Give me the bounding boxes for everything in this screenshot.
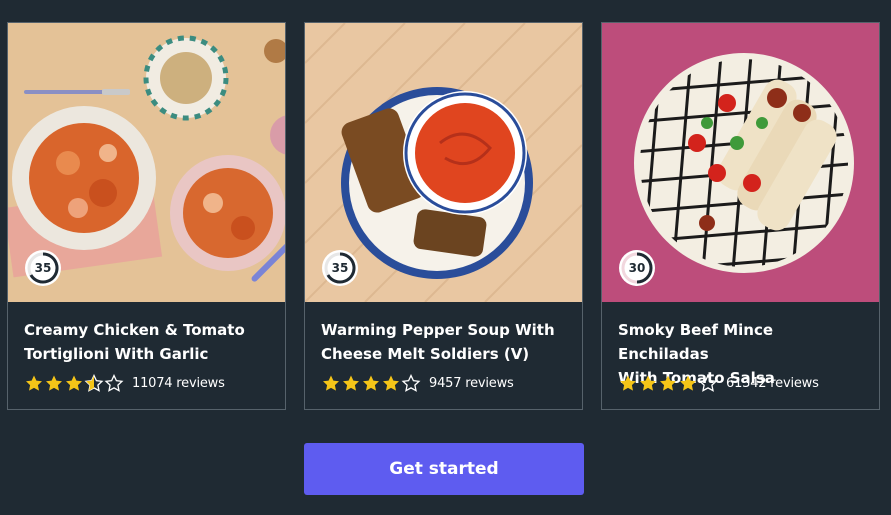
recipe-title-line: Cheese Melt Soldiers (V) <box>321 345 530 363</box>
star-full-icon <box>24 374 44 392</box>
cook-time-value: 30 <box>628 261 646 275</box>
recipe-title-line: Tortiglioni With Garlic <box>24 345 209 363</box>
star-empty-icon <box>104 373 124 392</box>
rating-row: 61342 reviews <box>618 373 819 392</box>
star-empty-icon <box>401 373 421 392</box>
get-started-button[interactable]: Get started <box>304 443 584 495</box>
cook-time-badge: 30 <box>618 249 656 287</box>
recipe-title-line: Warming Pepper Soup With <box>321 321 555 339</box>
star-full-icon <box>64 374 84 392</box>
recipe-card[interactable]: 30 Smoky Beef Mince Enchiladas With Toma… <box>601 22 880 410</box>
star-full-icon <box>44 374 64 392</box>
recipe-title-line: Smoky Beef Mince Enchiladas <box>618 321 774 363</box>
star-full-icon <box>678 374 698 392</box>
cook-time-value: 35 <box>34 261 52 275</box>
recipe-title[interactable]: Creamy Chicken & Tomato Tortiglioni With… <box>24 318 274 366</box>
star-full-icon <box>658 374 678 392</box>
star-half-icon <box>84 373 104 392</box>
star-rating <box>24 373 124 392</box>
star-full-icon <box>618 374 638 392</box>
star-full-icon <box>638 374 658 392</box>
recipe-title-line: Creamy Chicken & Tomato <box>24 321 245 339</box>
review-count: 11074 reviews <box>132 375 225 391</box>
recipe-card[interactable]: 35 Warming Pepper Soup With Cheese Melt … <box>304 22 583 410</box>
review-count: 61342 reviews <box>726 375 819 391</box>
star-full-icon <box>341 374 361 392</box>
star-empty-icon <box>698 373 718 392</box>
cook-time-value: 35 <box>331 261 349 275</box>
cook-time-badge: 35 <box>24 249 62 287</box>
star-full-icon <box>321 374 341 392</box>
star-rating <box>321 373 421 392</box>
star-full-icon <box>361 374 381 392</box>
recipe-title[interactable]: Warming Pepper Soup With Cheese Melt Sol… <box>321 318 571 366</box>
star-full-icon <box>381 374 401 392</box>
recipe-card[interactable]: 35 Creamy Chicken & Tomato Tortiglioni W… <box>7 22 286 410</box>
review-count: 9457 reviews <box>429 375 514 391</box>
star-rating <box>618 373 718 392</box>
rating-row: 9457 reviews <box>321 373 514 392</box>
cook-time-badge: 35 <box>321 249 359 287</box>
rating-row: 11074 reviews <box>24 373 225 392</box>
